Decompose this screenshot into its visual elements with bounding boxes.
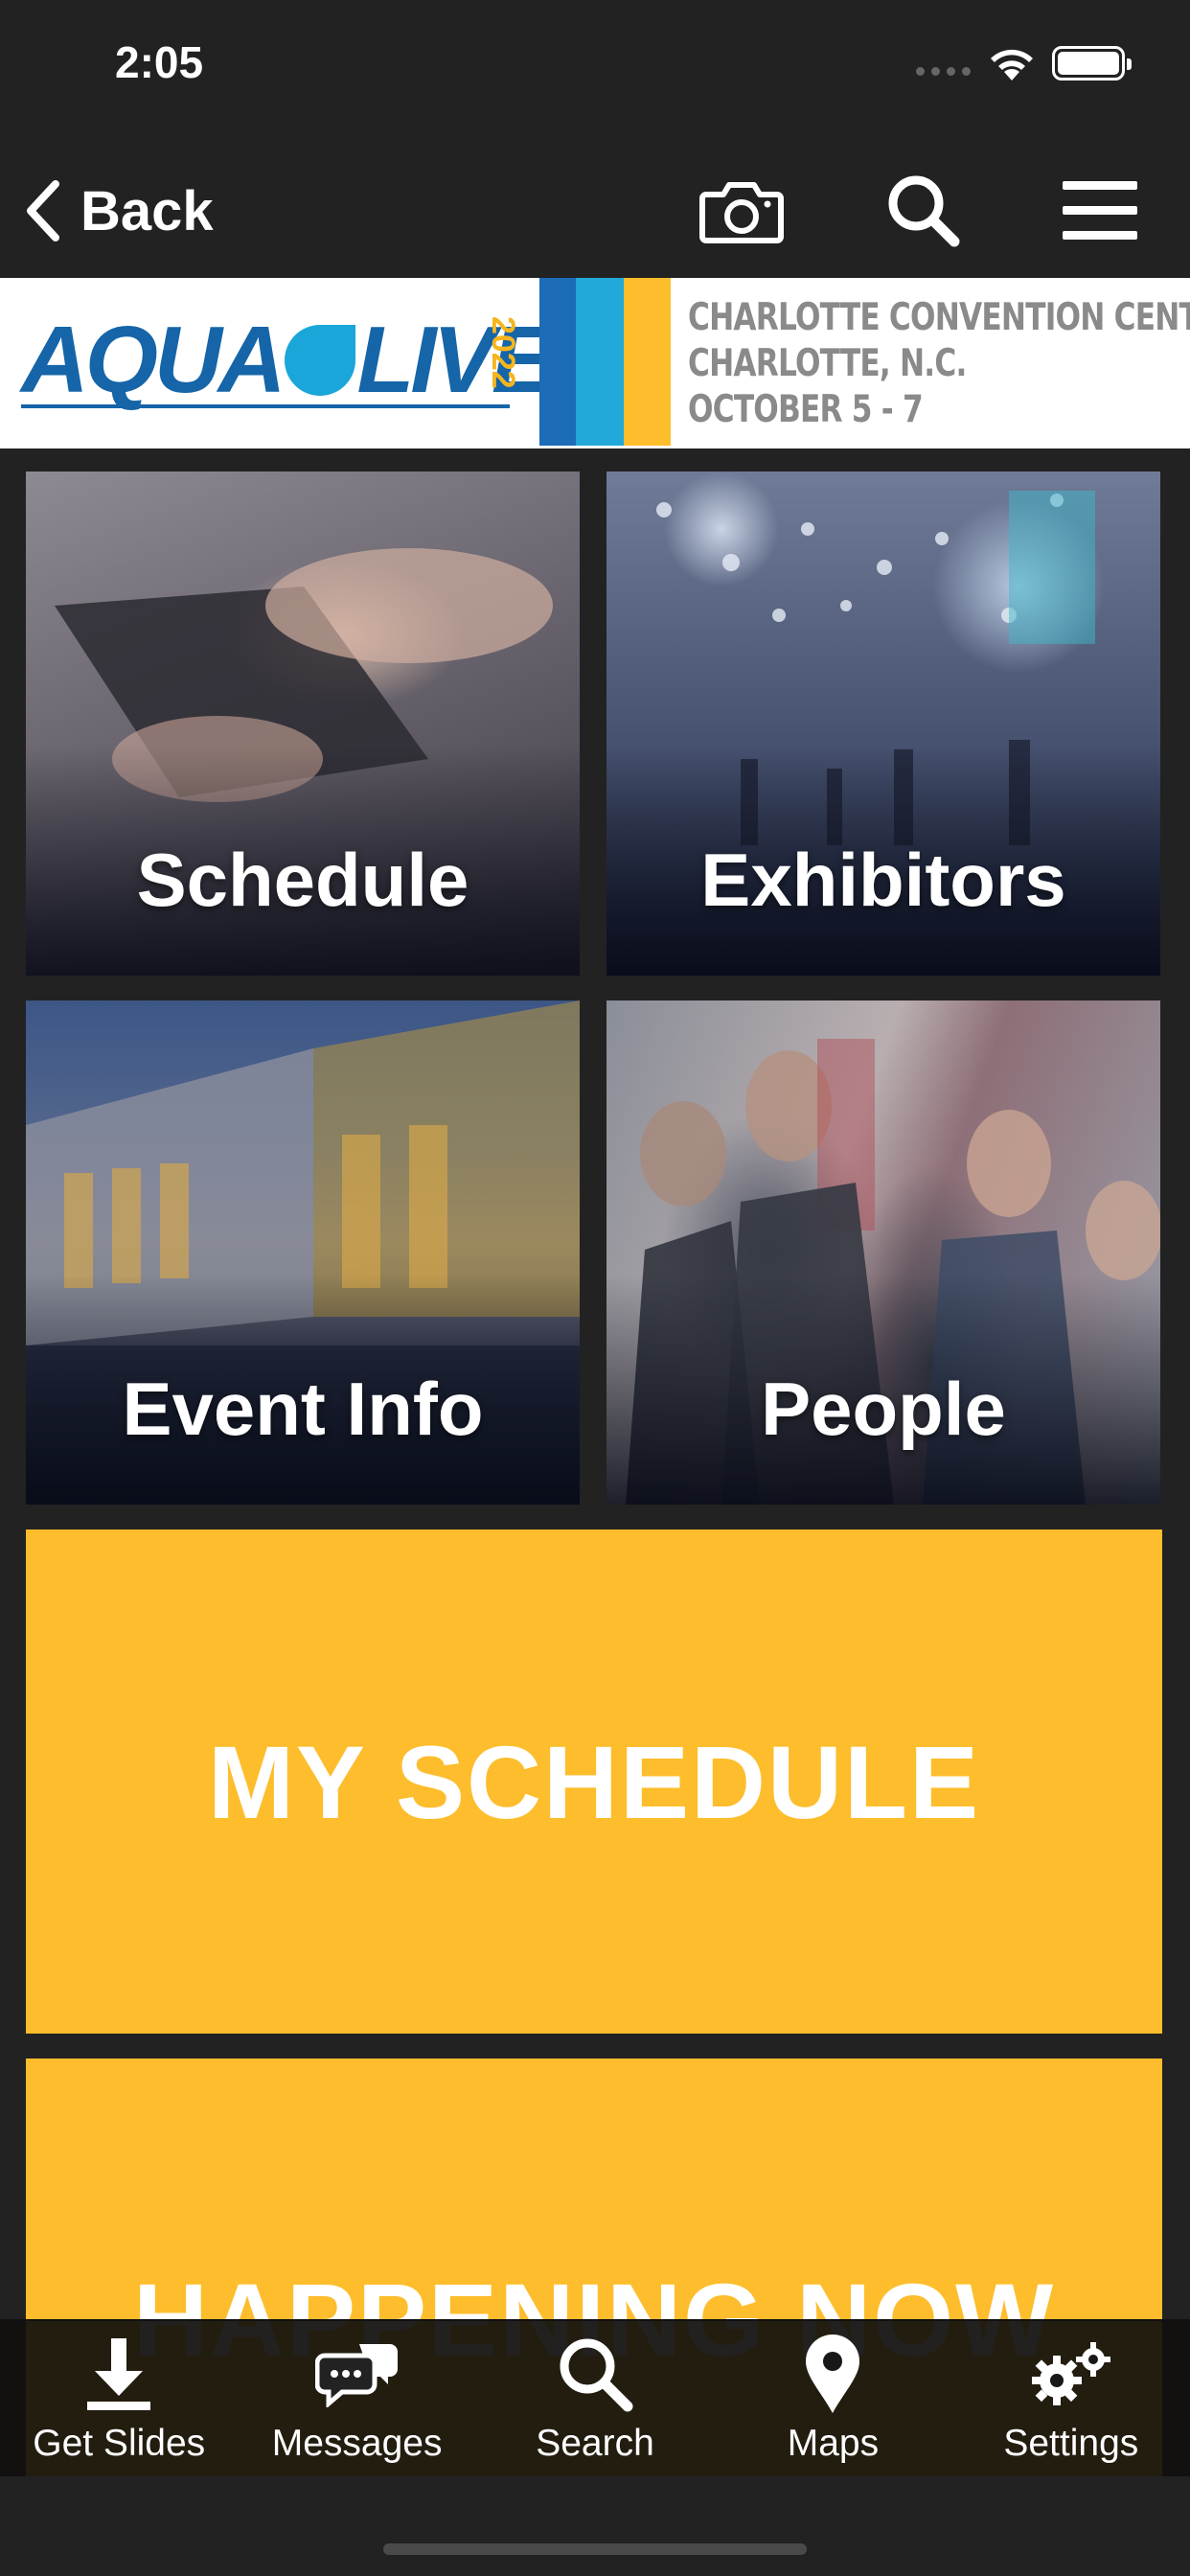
tile-label: Event Info (122, 1367, 484, 1451)
tab-label: Messages (271, 2423, 443, 2464)
people-tile[interactable]: People (606, 1000, 1160, 1505)
tab-messages[interactable]: Messages (238, 2321, 475, 2476)
navbar: Back (0, 134, 1190, 278)
signal-icon (916, 67, 971, 76)
tile-label: People (761, 1367, 1006, 1451)
hamburger-menu-icon (1063, 181, 1137, 240)
tile-label: Exhibitors (700, 838, 1066, 922)
venue-info: CHARLOTTE CONVENTION CENTER CHARLOTTE, N… (688, 295, 1190, 433)
my-schedule-button[interactable]: MY SCHEDULE (26, 1530, 1162, 2034)
home-indicator-area (0, 2476, 1190, 2576)
logo-year: 2022 (485, 316, 521, 389)
event-logo: AQUA LIVE (21, 312, 554, 406)
camera-button[interactable] (694, 168, 790, 254)
chevron-left-icon (27, 180, 59, 242)
map-pin-icon (806, 2334, 860, 2413)
banner-stripe-blue (539, 278, 576, 446)
wifi-icon (991, 49, 1033, 80)
event-info-tile[interactable]: Event Info (26, 1000, 580, 1505)
back-label: Back (80, 179, 214, 242)
venue-line: OCTOBER 5 - 7 (688, 388, 924, 431)
tab-label: Get Slides (33, 2423, 206, 2464)
download-icon (87, 2338, 151, 2410)
tab-label: Maps (787, 2423, 880, 2464)
schedule-tile[interactable]: Schedule (26, 472, 580, 976)
venue-line: CHARLOTTE CONVENTION CENTER (688, 296, 1190, 339)
battery-icon (1052, 46, 1132, 80)
logo-drop-icon (284, 325, 355, 396)
status-bar: 2:05 (0, 0, 1190, 134)
my-schedule-label: MY SCHEDULE (207, 1723, 981, 1840)
home-indicator[interactable] (383, 2543, 807, 2555)
search-icon (560, 2338, 633, 2412)
tab-settings[interactable]: Settings (952, 2321, 1190, 2476)
camera-icon (699, 182, 784, 243)
menu-button[interactable] (1052, 168, 1148, 254)
tab-bar: Get Slides Messages Search Maps Settings (0, 2319, 1190, 2476)
tile-label: Schedule (136, 838, 469, 922)
exhibitors-tile[interactable]: Exhibitors (606, 472, 1160, 976)
status-time: 2:05 (115, 37, 204, 87)
event-banner: AQUA LIVE 2022 CHARLOTTE CONVENTION CENTE… (0, 278, 1190, 448)
chat-bubbles-icon (314, 2344, 398, 2407)
tab-search[interactable]: Search (476, 2321, 714, 2476)
logo-right-text: LIVE (356, 307, 555, 412)
tab-get-slides[interactable]: Get Slides (0, 2321, 238, 2476)
gears-icon (1031, 2342, 1110, 2405)
banner-stripe-yellow (624, 278, 671, 446)
venue-line: CHARLOTTE, N.C. (688, 342, 967, 385)
logo-left-text: AQUA (21, 307, 286, 412)
banner-stripe-cyan (576, 278, 624, 446)
tab-label: Settings (1003, 2423, 1139, 2464)
logo-underline (21, 404, 510, 408)
back-button[interactable]: Back (25, 172, 214, 249)
tab-maps[interactable]: Maps (714, 2321, 951, 2476)
tab-label: Search (536, 2423, 654, 2464)
search-icon (888, 175, 960, 247)
search-button[interactable] (876, 168, 972, 254)
